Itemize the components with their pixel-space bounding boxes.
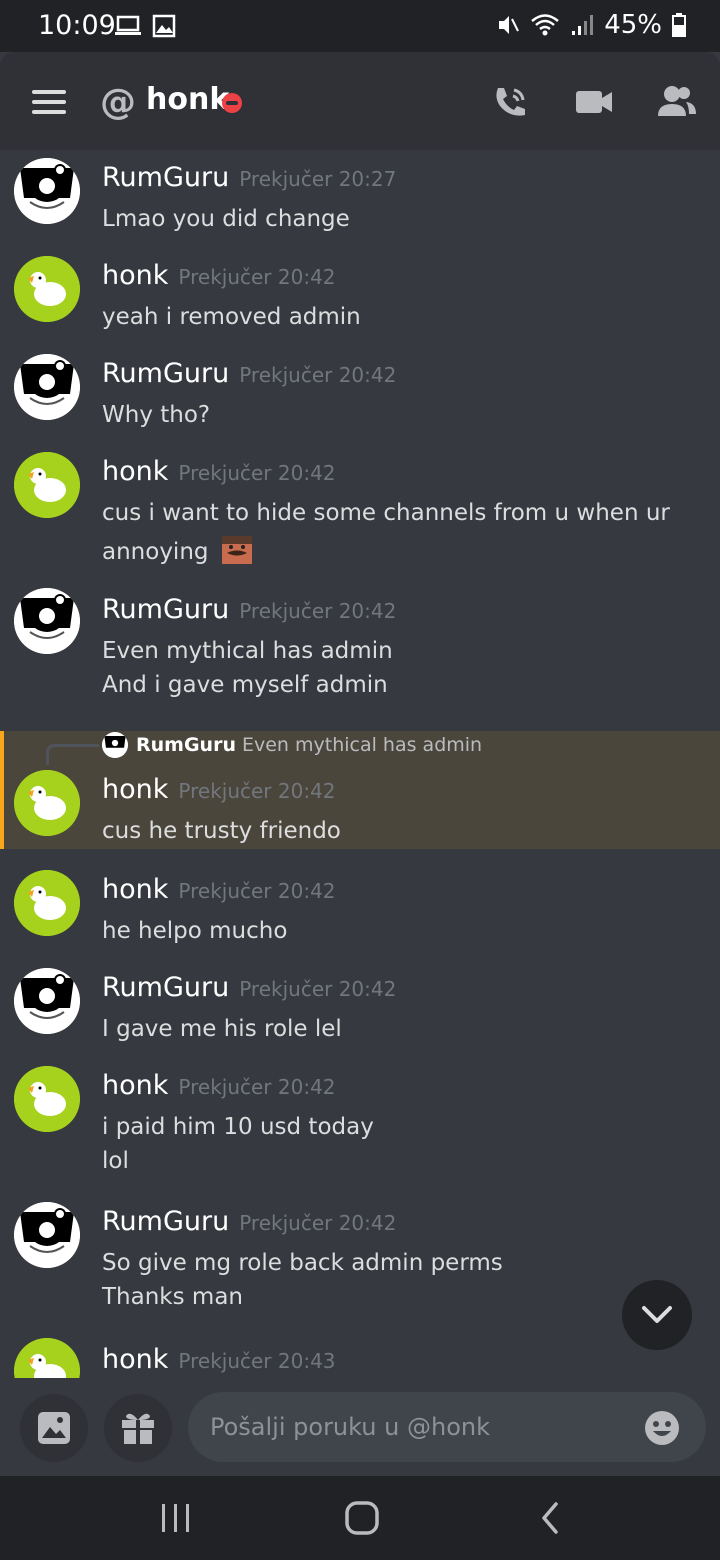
message-text: yeah i removed admin <box>102 304 361 330</box>
image-icon <box>38 1412 70 1444</box>
emoji-button[interactable] <box>644 1410 680 1446</box>
astronaut-avatar[interactable] <box>14 158 80 224</box>
message-author[interactable]: RumGuru Prekjučer 20:42 <box>102 972 396 1003</box>
message-author[interactable]: honk Prekjučer 20:42 <box>102 774 336 805</box>
channel-title: honk <box>146 82 230 117</box>
goose-avatar[interactable] <box>14 1338 80 1378</box>
at-icon: @ <box>100 82 136 123</box>
message-text: cus i want to hide some channels from u … <box>102 500 670 526</box>
message-author[interactable]: honk Prekjučer 20:43 <box>102 1344 336 1375</box>
chevron-down-icon <box>642 1306 672 1323</box>
message-timestamp: Prekjučer 20:42 <box>178 779 336 803</box>
message-text: cus he trusty friendo <box>102 818 341 844</box>
message-timestamp: Prekjučer 20:42 <box>239 1211 397 1235</box>
home-icon <box>345 1501 379 1535</box>
message-timestamp: Prekjučer 20:42 <box>178 265 336 289</box>
message-author[interactable]: honk Prekjučer 20:42 <box>102 456 336 487</box>
voice-call-button[interactable] <box>490 82 534 122</box>
message-timestamp: Prekjučer 20:42 <box>178 461 336 485</box>
message-text-line-2: annoying <box>102 536 252 565</box>
message-text: I gave me his role lel <box>102 1016 342 1042</box>
reply-preview[interactable]: RumGuru Even mythical has admin <box>136 734 482 756</box>
home-button[interactable] <box>342 1498 382 1538</box>
astronaut-avatar[interactable] <box>14 1202 80 1268</box>
message-timestamp: Prekjučer 20:42 <box>178 879 336 903</box>
reply-astronaut-avatar <box>102 732 128 758</box>
message-author[interactable]: RumGuru Prekjučer 20:27 <box>102 162 396 193</box>
reply-text: Even mythical has admin <box>241 734 483 756</box>
status-notification-icons <box>114 14 176 38</box>
laptop-icon <box>115 15 141 35</box>
jump-to-present-button[interactable] <box>622 1280 692 1350</box>
members-button[interactable] <box>656 82 700 122</box>
message-timestamp: Prekjučer 20:42 <box>239 977 397 1001</box>
battery-icon <box>672 13 686 37</box>
gift-button[interactable] <box>104 1394 172 1462</box>
status-time: 10:09 <box>38 10 116 41</box>
message-text: Even mythical has admin <box>102 638 393 664</box>
message-timestamp: Prekjučer 20:42 <box>239 599 397 623</box>
astronaut-avatar[interactable] <box>14 968 80 1034</box>
message-text: So give mg role back admin perms <box>102 1250 503 1276</box>
message-timestamp: Prekjučer 20:42 <box>178 1075 336 1099</box>
phone-call-icon <box>496 88 525 116</box>
back-button[interactable] <box>530 1498 570 1538</box>
members-icon <box>658 86 696 116</box>
message-text-line-2: And i gave myself admin <box>102 672 388 698</box>
message-text-line-2: lol <box>102 1148 129 1174</box>
message-text: he helpo mucho <box>102 918 288 944</box>
hamburger-icon <box>32 90 66 94</box>
message-author[interactable]: honk Prekjučer 20:42 <box>102 1070 336 1101</box>
message-input[interactable] <box>188 1392 706 1462</box>
status-bar: 10:09 45% <box>0 0 720 52</box>
emoji-smile-icon <box>645 1411 679 1445</box>
recent-apps-button[interactable] <box>156 1498 196 1538</box>
astronaut-avatar[interactable] <box>14 588 80 654</box>
video-call-button[interactable] <box>574 82 618 122</box>
battery-percent: 45% <box>604 10 662 40</box>
gift-icon <box>122 1413 154 1444</box>
message-text: i paid him 10 usd today <box>102 1114 374 1140</box>
composer-bar <box>0 1378 720 1476</box>
goose-avatar[interactable] <box>14 770 80 836</box>
message-author[interactable]: honk Prekjučer 20:42 <box>102 874 336 905</box>
channel-header: @ honk <box>0 52 720 150</box>
message-author[interactable]: honk Prekjučer 20:42 <box>102 260 336 291</box>
menu-button[interactable] <box>32 90 66 114</box>
recent-apps-icon <box>162 1504 189 1532</box>
goose-avatar[interactable] <box>14 256 80 322</box>
video-camera-icon <box>576 91 612 113</box>
dnd-status-icon <box>222 93 242 113</box>
message-list[interactable]: RumGuru Prekjučer 20:27 Lmao you did chan… <box>0 150 720 1378</box>
message-timestamp: Prekjučer 20:43 <box>178 1349 336 1373</box>
message-author[interactable]: RumGuru Prekjučer 20:42 <box>102 358 396 389</box>
astronaut-avatar[interactable] <box>14 354 80 420</box>
mustache-face-emoji <box>221 536 252 564</box>
message-timestamp: Prekjučer 20:42 <box>239 363 397 387</box>
goose-avatar[interactable] <box>14 452 80 518</box>
goose-avatar[interactable] <box>14 870 80 936</box>
gallery-icon <box>152 14 176 38</box>
wifi-icon <box>531 14 560 36</box>
signal-icon <box>572 15 594 35</box>
message-timestamp: Prekjučer 20:27 <box>239 167 397 191</box>
reply-connector <box>46 744 99 765</box>
status-system-icons: 45% <box>496 10 686 40</box>
goose-avatar[interactable] <box>14 1066 80 1132</box>
message-author[interactable]: RumGuru Prekjučer 20:42 <box>102 1206 396 1237</box>
mute-icon <box>499 16 520 34</box>
system-nav-bar <box>0 1476 720 1560</box>
message-text-line-2: Thanks man <box>102 1284 243 1310</box>
reply-author: RumGuru <box>136 734 236 756</box>
message-text: Lmao you did change <box>102 206 350 232</box>
message-author[interactable]: RumGuru Prekjučer 20:42 <box>102 594 396 625</box>
attach-image-button[interactable] <box>20 1394 88 1462</box>
message-text: Why tho? <box>102 402 211 428</box>
back-icon <box>542 1502 558 1534</box>
